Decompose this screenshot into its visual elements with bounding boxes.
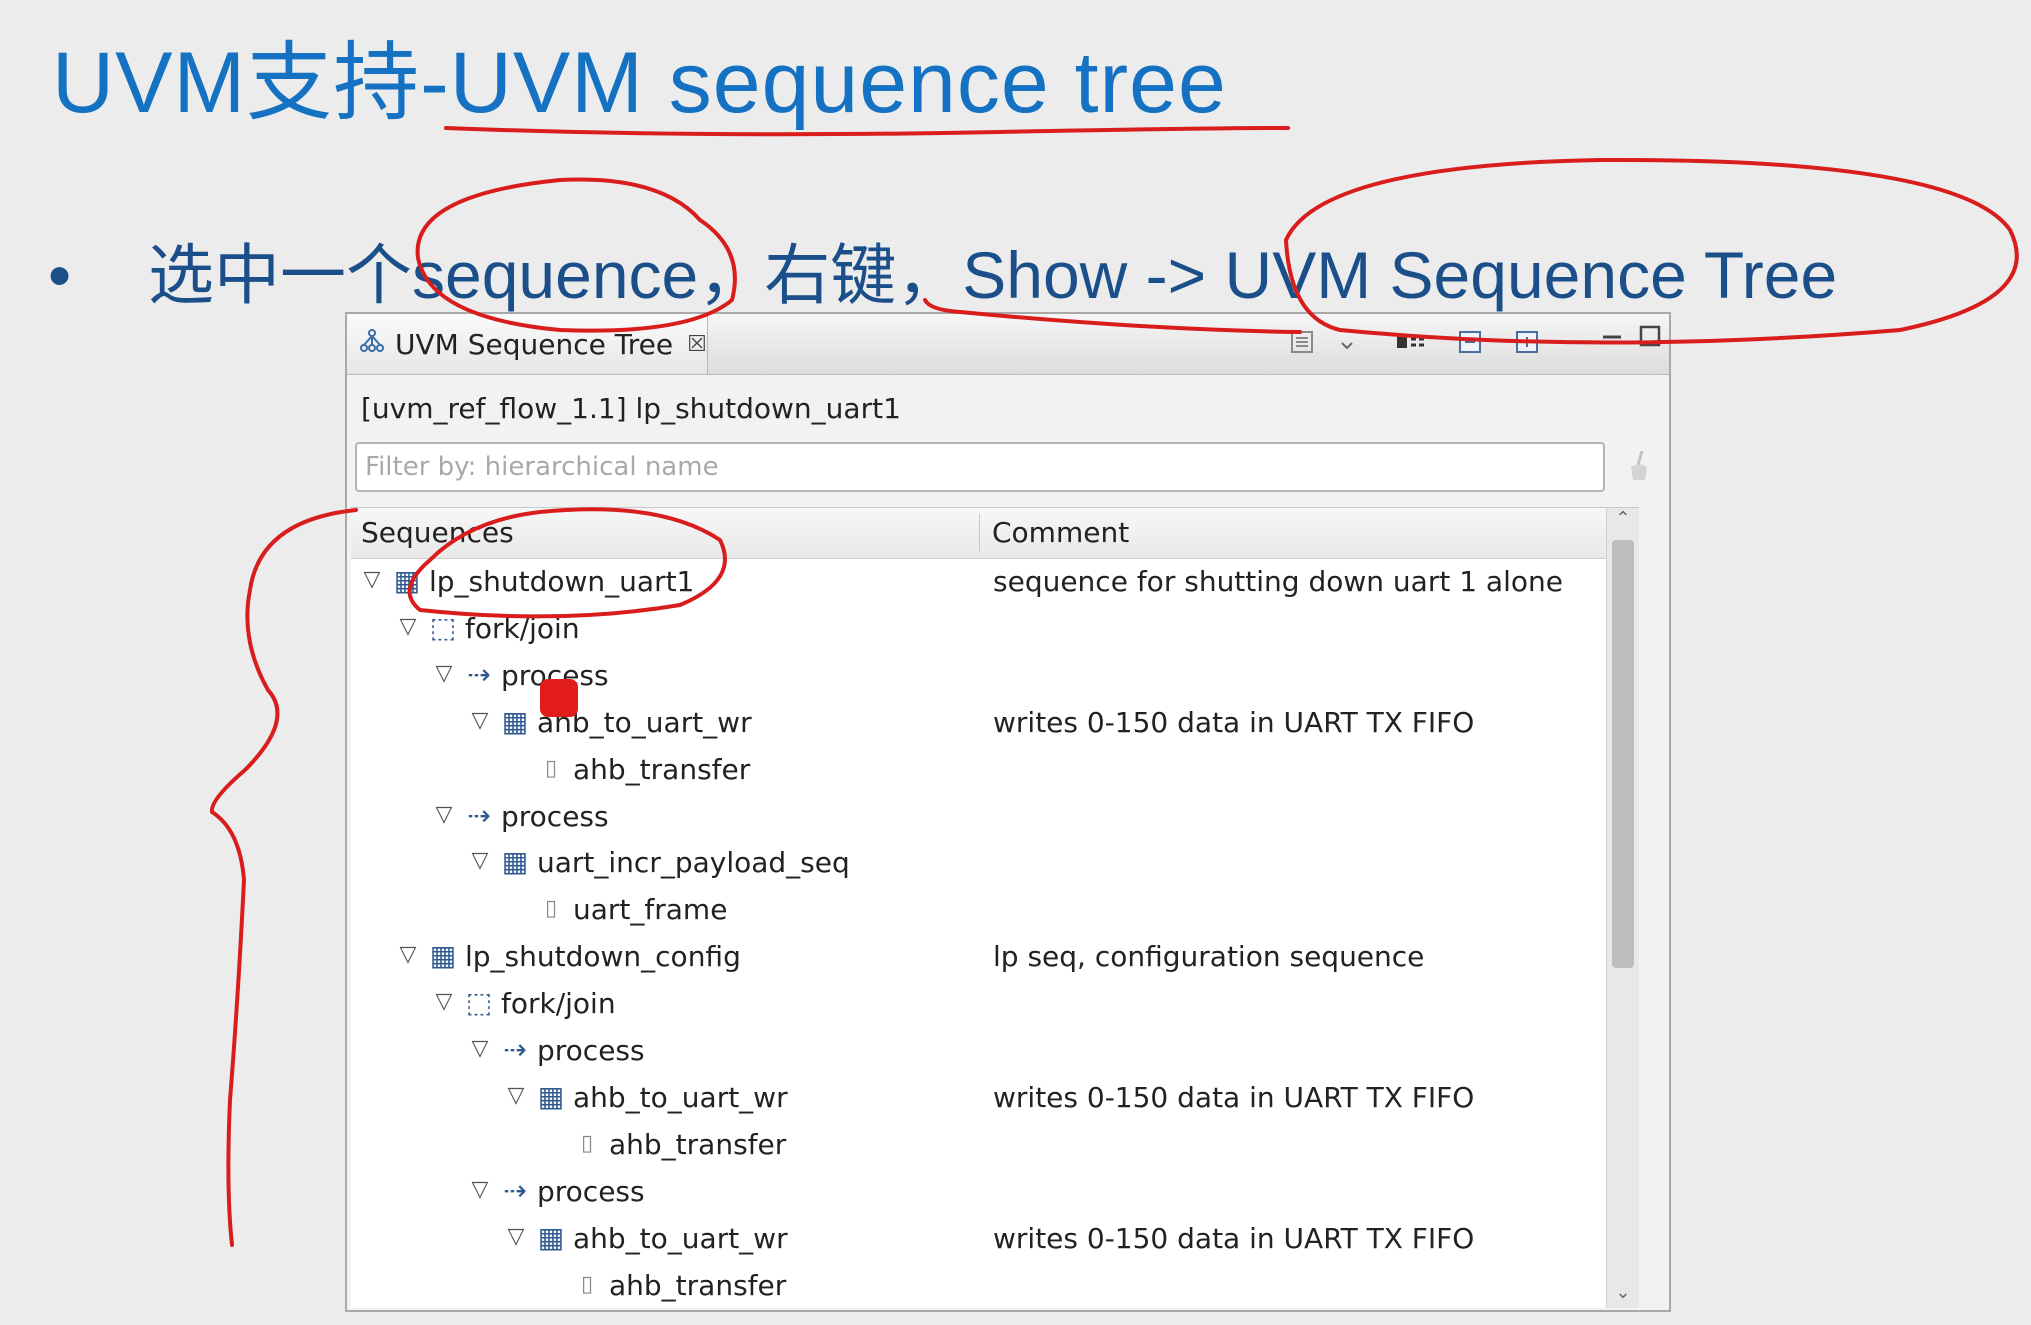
tree-row-label: ahb_to_uart_wr [573,1221,788,1255]
tree-row-label: ahb_transfer [573,752,751,786]
tree-row-label: fork/join [465,611,580,645]
expand-toggle-icon[interactable]: ▽ [395,614,421,639]
tree-row[interactable]: ▽ ▦ uart_incr_payload_seq [351,841,1639,888]
expand-toggle-icon[interactable]: ▽ [467,708,493,733]
tree-row[interactable]: ▽ ▦ lp_shutdown_uart1 sequence for shutting… [351,560,1639,607]
tab-uvm-sequence-tree[interactable]: UVM Sequence Tree ☒ [347,314,708,374]
scroll-thumb[interactable] [1612,540,1634,968]
tree-row[interactable]: ▽ ▦ lp_shutdown_config lp seq, configuratio… [351,935,1639,982]
column-separator[interactable] [979,514,980,552]
expand-all-icon[interactable] [1512,329,1542,359]
instruction-text: 选中一个sequence，右键，Show -> UVM Sequence Tre… [148,238,1838,312]
tree-row[interactable]: ▽ ⬚ fork/join [351,607,1639,654]
bullet-dot: • [48,238,72,312]
fork-join-icon: ⬚ [465,986,493,1020]
minimize-icon[interactable] [1597,320,1627,350]
process-icon: ⇢ [503,1033,527,1067]
list-icon[interactable] [1287,329,1317,359]
tree-row-label: process [537,1034,645,1068]
tree-row-comment: writes 0-150 data in UART TX FIFO [993,1081,1475,1115]
tree-row-label: ahb_to_uart_wr [573,1081,788,1115]
tree-row-comment: lp seq, configuration sequence [993,940,1425,974]
expand-toggle-icon[interactable]: ▽ [467,1036,493,1061]
tree-row[interactable]: ▽ ⇢ process [351,795,1639,842]
expand-toggle-icon[interactable]: ▽ [467,848,493,873]
tree-row[interactable]: ▯ ahb_transfer [351,1123,1639,1170]
item-icon: ▯ [580,1271,594,1297]
process-icon: ⇢ [467,798,491,832]
tree-row[interactable]: ▽ ▦ ahb_to_uart_wr writes 0-150 data in UAR… [351,1217,1639,1264]
sequence-icon: ▦ [501,704,529,738]
tree-row-comment: writes 0-150 data in UART TX FIFO [993,705,1475,739]
maximize-icon[interactable] [1635,324,1665,354]
expand-toggle-icon[interactable]: ▽ [395,942,421,967]
fork-join-icon: ⬚ [429,610,457,644]
chevron-down-icon[interactable] [1332,329,1362,359]
scroll-down-icon[interactable]: ⌄ [1607,1278,1639,1308]
process-icon: ⇢ [503,1173,527,1207]
tree-column-header: Sequences Comment [351,508,1639,559]
sequence-icon: ▦ [501,845,529,879]
vertical-scrollbar[interactable]: ⌃ ⌄ [1606,508,1639,1308]
tree-row-label: process [501,799,609,833]
sequence-icon: ▦ [393,564,421,597]
tree-row[interactable]: ▯ ahb_transfer [351,1264,1639,1308]
column-sequences[interactable]: Sequences [361,516,514,549]
tree-row-label: lp_shutdown_uart1 [429,565,695,598]
tree-row-label: process [537,1174,645,1208]
close-icon[interactable]: ☒ [687,332,707,357]
tree-row-label: uart_incr_payload_seq [537,846,850,880]
clear-filter-icon[interactable] [1624,448,1654,488]
collapse-all-icon[interactable] [1455,329,1485,359]
sequence-tree: Sequences Comment ▽ ▦ lp_shutdown_uart1 seq… [351,507,1639,1308]
tab-label: UVM Sequence Tree [395,327,674,361]
column-comment[interactable]: Comment [992,516,1129,549]
expand-toggle-icon[interactable]: ▽ [431,661,457,686]
tree-row-label: ahb_transfer [609,1268,787,1302]
bracket-tree [209,508,358,1247]
tree-row[interactable]: ▽ ⬚ fork/join [351,982,1639,1029]
process-icon: ⇢ [467,657,491,691]
tree-row[interactable]: ▽ ⇢ process [351,1170,1639,1217]
cursor-marker [540,679,578,717]
tree-row-label: fork/join [501,987,616,1021]
tree-row[interactable]: ▯ uart_frame [351,888,1639,935]
tree-row-comment: writes 0-150 data in UART TX FIFO [993,1221,1475,1255]
expand-toggle-icon[interactable]: ▽ [467,1177,493,1202]
tree-row-comment: sequence for shutting down uart 1 alone [993,565,1563,598]
layout-icon[interactable] [1395,329,1425,359]
tree-row[interactable]: ▯ ahb_transfer [351,748,1639,795]
expand-toggle-icon[interactable]: ▽ [503,1083,529,1108]
slide-title: UVM支持-UVM sequence tree [52,35,1227,131]
uvm-sequence-tree-view: UVM Sequence Tree ☒ [uvm_ref_flow_1.1] l… [345,312,1671,1312]
expand-toggle-icon[interactable]: ▽ [359,567,385,592]
tree-row[interactable]: ▽ ⇢ process [351,1029,1639,1076]
expand-toggle-icon[interactable]: ▽ [431,989,457,1014]
tree-row-label: lp_shutdown_config [465,940,741,974]
instruction-bullet: • 选中一个sequence，右键，Show -> UVM Sequence Tr… [48,222,1837,318]
filter-input[interactable] [355,442,1605,492]
tree-row-label: uart_frame [573,893,728,927]
hierarchy-icon [359,328,385,361]
item-icon: ▯ [544,896,558,922]
item-icon: ▯ [580,1130,594,1156]
sequence-icon: ▦ [537,1220,565,1254]
tree-row-label: ahb_transfer [609,1127,787,1161]
sequence-icon: ▦ [429,939,457,973]
tree-row[interactable]: ▽ ▦ ahb_to_uart_wr writes 0-150 data in UAR… [351,1076,1639,1123]
item-icon: ▯ [544,755,558,781]
breadcrumb: [uvm_ref_flow_1.1] lp_shutdown_uart1 [361,392,901,425]
sequence-icon: ▦ [537,1080,565,1114]
expand-toggle-icon[interactable]: ▽ [431,802,457,827]
view-tab-bar: UVM Sequence Tree ☒ [347,314,1669,375]
scroll-up-icon[interactable]: ⌃ [1607,508,1639,538]
expand-toggle-icon[interactable]: ▽ [503,1224,529,1249]
